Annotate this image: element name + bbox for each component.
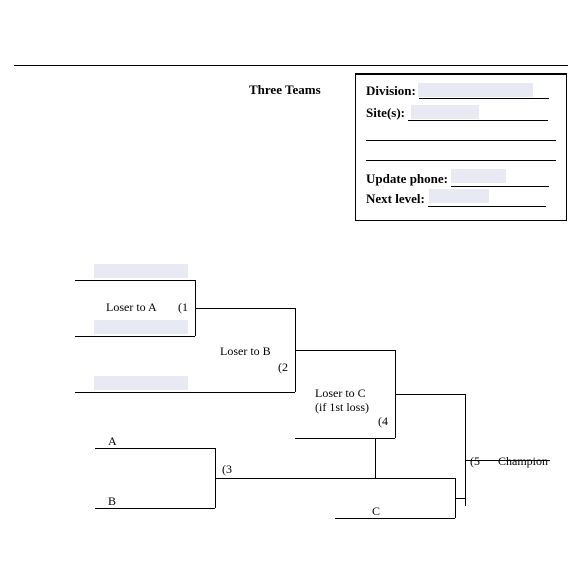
upper-slot3-note-line1: Loser to C xyxy=(315,386,366,401)
lower-teamA: A xyxy=(108,434,117,449)
lower-hop xyxy=(455,498,465,499)
upper-slot1-highlight xyxy=(94,264,188,278)
upper-slot3-note-line2: (if 1st loss) xyxy=(315,400,369,415)
lower-game3-num: (3 xyxy=(222,462,232,477)
upper-col2-top-line[interactable] xyxy=(195,308,295,309)
upper-slot2-highlight xyxy=(94,320,188,334)
info-phone-row: Update phone: xyxy=(366,171,556,187)
sites-label: Site(s): xyxy=(366,105,405,120)
upper-game4-num: (4 xyxy=(378,414,388,429)
upper-slot1-line[interactable] xyxy=(75,280,195,281)
sites-field-3[interactable] xyxy=(366,147,556,161)
next-field[interactable] xyxy=(428,193,546,207)
upper-game4-bottom-line[interactable] xyxy=(295,438,395,439)
lower-teamB: B xyxy=(108,494,116,509)
phone-label: Update phone: xyxy=(366,171,448,186)
upper-slot3-line[interactable] xyxy=(75,392,295,393)
phone-field[interactable] xyxy=(451,173,549,187)
upper-game2-num: (2 xyxy=(278,360,288,375)
upper-slot1-note: Loser to A xyxy=(106,300,157,315)
upper-slot3-highlight xyxy=(94,376,188,390)
lower-conn4-v xyxy=(465,460,466,506)
upper-slot2-line[interactable] xyxy=(75,336,195,337)
info-box: Division: Site(s): Update phone: Next le… xyxy=(355,73,567,221)
champion-label: Champion xyxy=(498,454,548,469)
division-label: Division: xyxy=(366,83,416,98)
page-title: Three Teams xyxy=(249,82,321,98)
info-next-row: Next level: xyxy=(366,191,556,207)
lower-C-line[interactable] xyxy=(335,518,455,519)
lower-game5-num: (5 xyxy=(470,454,480,469)
division-field[interactable] xyxy=(419,85,549,99)
info-sites-row-3 xyxy=(366,145,556,161)
info-sites-row: Site(s): xyxy=(366,105,556,121)
sites-field-1[interactable] xyxy=(408,107,548,121)
info-sites-row-2 xyxy=(366,125,556,141)
info-division-row: Division: xyxy=(366,83,556,99)
upper-game1-num: (1 xyxy=(178,300,188,315)
upper-col3-line[interactable] xyxy=(295,350,395,351)
lower-game3-ext xyxy=(375,478,455,479)
top-divider xyxy=(14,65,568,66)
lower-conn2-v-top xyxy=(375,438,376,478)
upper-col4-line[interactable] xyxy=(395,394,465,395)
upper-slot2-note: Loser to B xyxy=(220,344,271,359)
lower-teamC: C xyxy=(372,504,380,519)
next-label: Next level: xyxy=(366,191,425,206)
sites-field-2[interactable] xyxy=(366,127,556,141)
lower-game3-out[interactable] xyxy=(215,478,375,479)
